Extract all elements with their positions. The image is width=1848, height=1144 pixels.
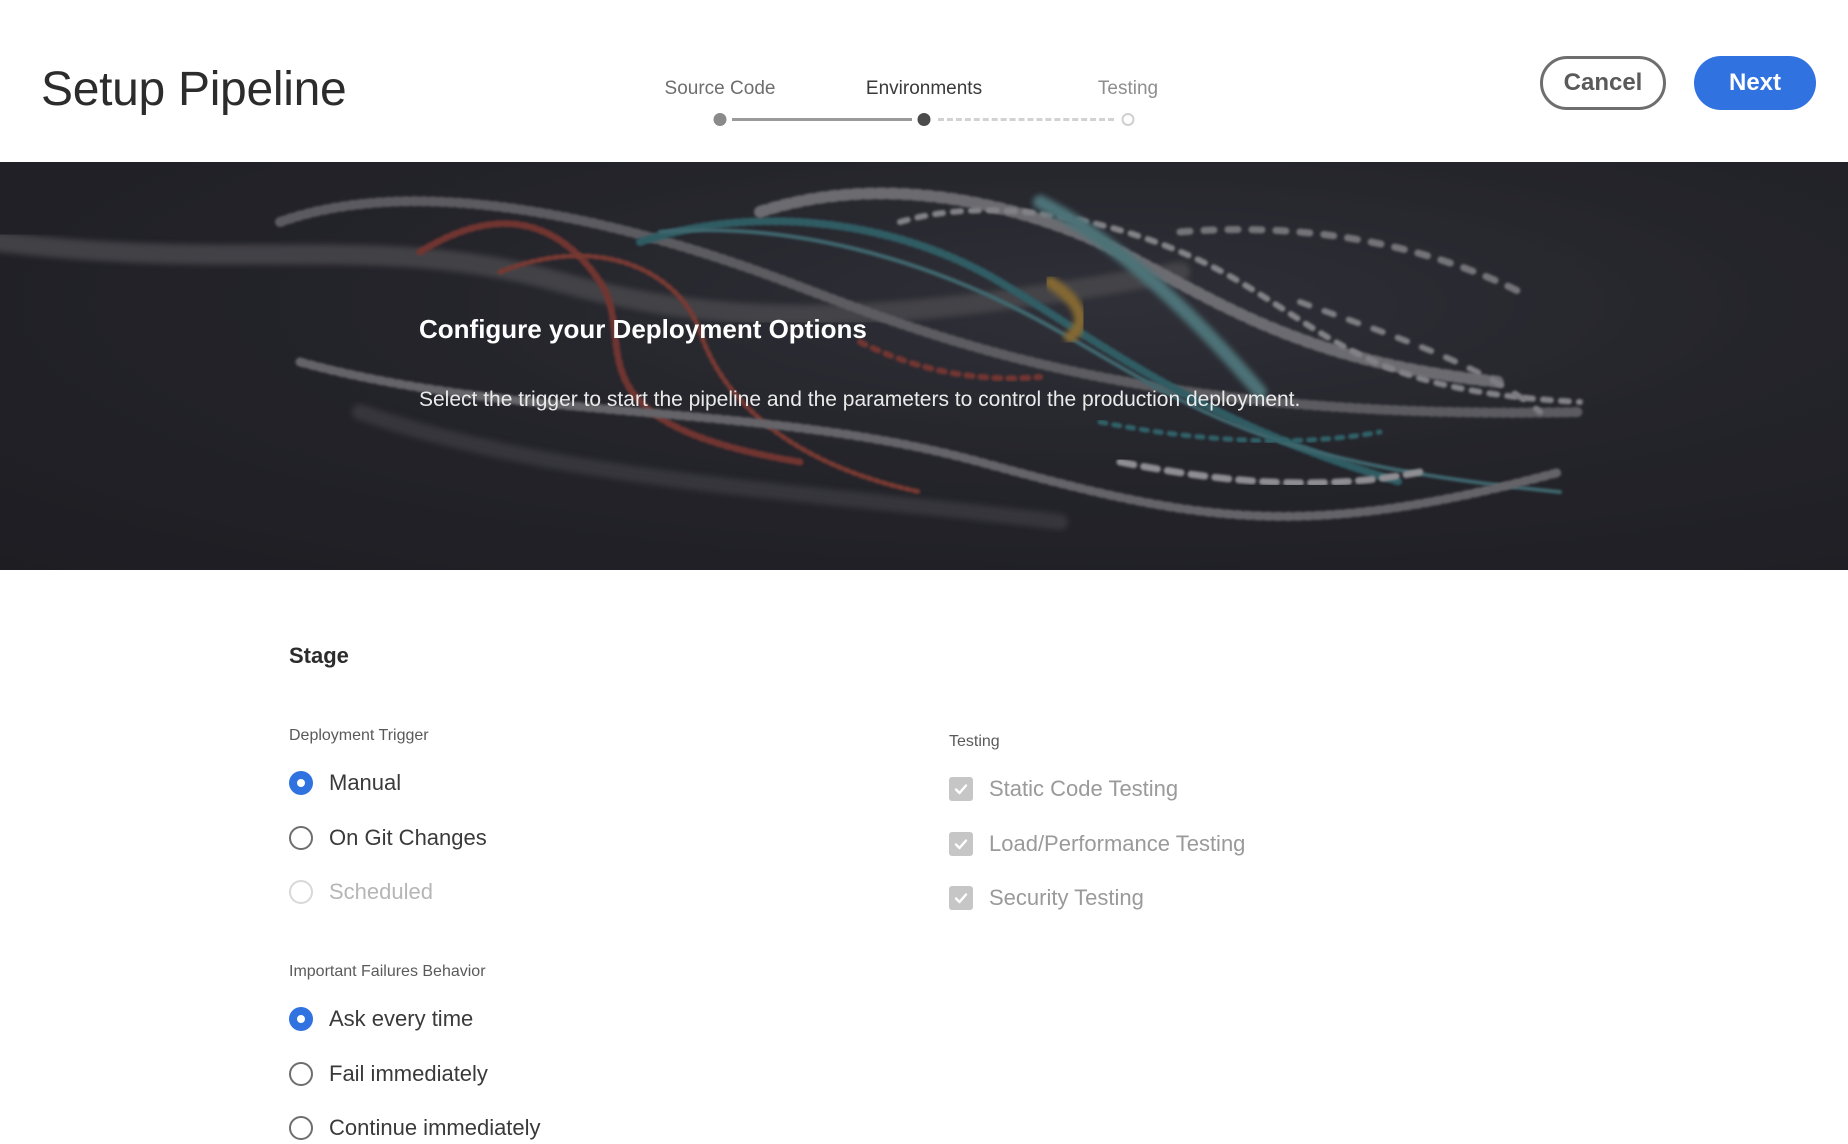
progress-stepper: Source Code Environments Testing (640, 74, 1200, 134)
checkbox-checked-disabled (949, 886, 973, 910)
step-connector-completed (732, 118, 912, 121)
radio-button[interactable] (289, 1116, 313, 1140)
radio-option-manual[interactable]: Manual (289, 768, 401, 798)
radio-option-label: Scheduled (329, 879, 433, 904)
radio-button[interactable] (289, 826, 313, 850)
step-label-testing: Testing (1097, 78, 1159, 99)
checkbox-option-label: Security Testing (989, 885, 1144, 910)
radio-option-label: Continue immediately (329, 1115, 541, 1140)
checkmark-icon (954, 893, 968, 904)
step-dot-upcoming (1121, 113, 1135, 126)
hero-title: Configure your Deployment Options (419, 314, 867, 344)
step-label-environments[interactable]: Environments (866, 78, 982, 100)
radio-option-label: Fail immediately (329, 1061, 488, 1086)
checkbox-option-label: Load/Performance Testing (989, 831, 1246, 856)
deployment-trigger-label: Deployment Trigger (289, 727, 429, 744)
checkbox-checked-disabled (949, 832, 973, 856)
checkmark-icon (954, 784, 968, 795)
radio-option-continue-immediately[interactable]: Continue immediately (289, 1113, 541, 1143)
hero-background-graphic (0, 162, 1848, 570)
step-dot-current[interactable] (917, 113, 931, 126)
radio-option-label: On Git Changes (329, 825, 487, 850)
cancel-button[interactable]: Cancel (1540, 56, 1666, 110)
step-dot-completed[interactable] (713, 113, 727, 126)
radio-option-fail-immediately[interactable]: Fail immediately (289, 1059, 488, 1089)
checkbox-checked-disabled (949, 777, 973, 801)
next-button[interactable]: Next (1694, 56, 1816, 110)
radio-button-disabled (289, 880, 313, 904)
hero-banner: Configure your Deployment Options Select… (0, 162, 1848, 570)
stage-heading: Stage (289, 643, 349, 668)
radio-option-on-git-changes[interactable]: On Git Changes (289, 823, 487, 853)
checkbox-option-security-testing: Security Testing (949, 883, 1144, 913)
checkmark-icon (954, 839, 968, 850)
hero-subtitle: Select the trigger to start the pipeline… (419, 388, 1301, 411)
step-connector-upcoming (938, 118, 1114, 121)
radio-option-label: Manual (329, 770, 402, 795)
radio-button-checked[interactable] (289, 1007, 313, 1031)
step-label-source-code[interactable]: Source Code (665, 78, 776, 100)
checkbox-option-label: Static Code Testing (989, 776, 1179, 801)
page-title: Setup Pipeline (41, 63, 347, 116)
checkbox-option-load-performance-testing: Load/Performance Testing (949, 829, 1245, 859)
radio-option-scheduled: Scheduled (289, 877, 433, 907)
checkbox-option-static-code-testing: Static Code Testing (949, 774, 1178, 804)
testing-label: Testing (949, 733, 1000, 750)
header: Setup Pipeline Source Code Environments … (0, 0, 1848, 162)
failures-behavior-label: Important Failures Behavior (289, 963, 486, 980)
radio-option-label: Ask every time (329, 1006, 474, 1031)
radio-button[interactable] (289, 1062, 313, 1086)
radio-option-ask-every-time[interactable]: Ask every time (289, 1004, 473, 1034)
radio-button-checked[interactable] (289, 771, 313, 795)
